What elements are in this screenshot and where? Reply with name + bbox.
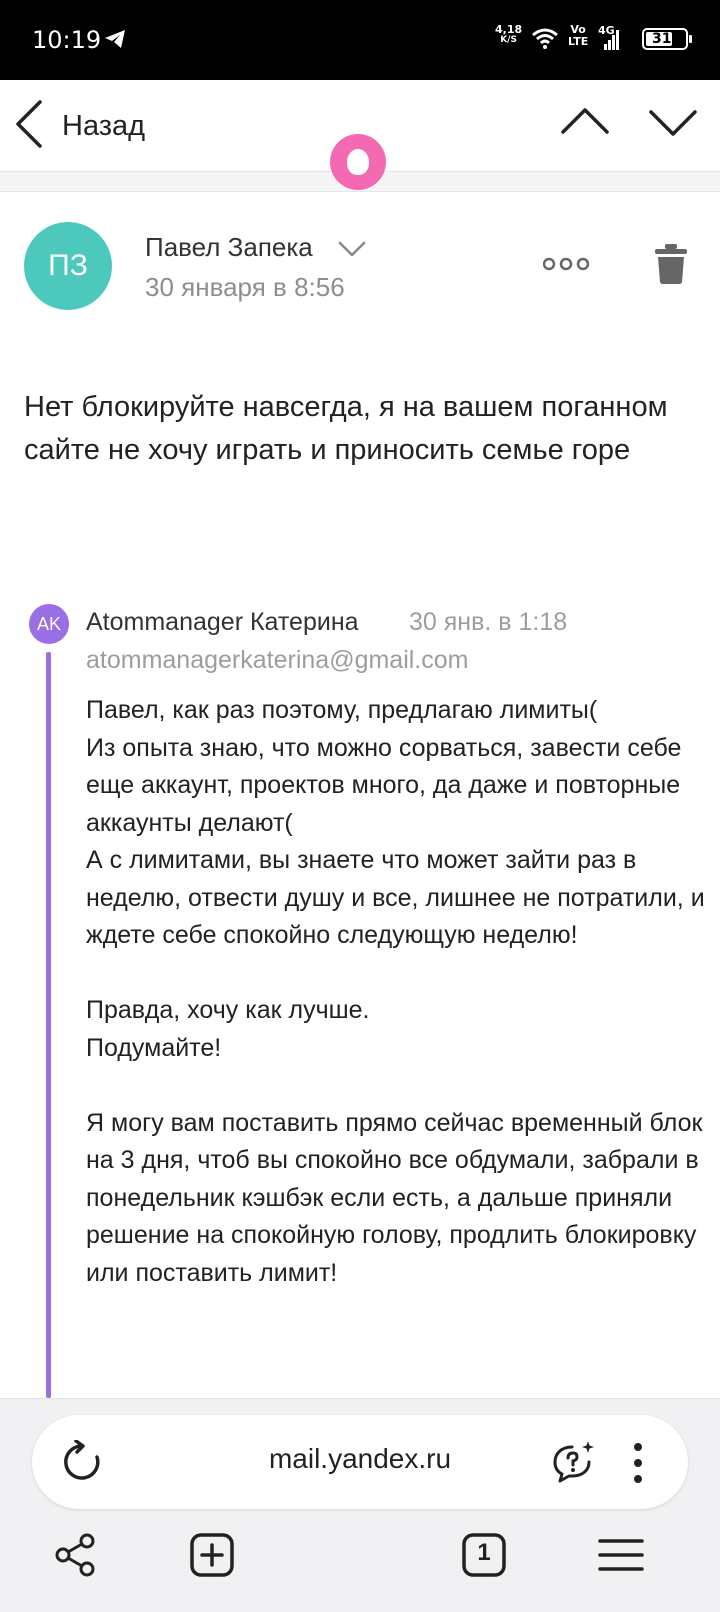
message-date: 30 января в 8:56 [145, 272, 345, 302]
back-button[interactable]: Назад [14, 98, 145, 154]
network-speed: 4,18 K/S [495, 24, 522, 46]
browser-bottom-bar: mail.yandex.ru 1 [0, 1398, 720, 1612]
chevron-down-icon[interactable] [338, 240, 366, 263]
quoted-paragraph: Правда, хочу как лучше. Подумайте! [86, 996, 370, 1062]
more-options-icon[interactable] [542, 256, 590, 277]
status-bar: 10:19 4,18 K/S Vo LTE 4G 31 [0, 0, 720, 80]
volte-bottom: LTE [568, 35, 589, 48]
signal-icon [604, 30, 620, 55]
quoted-date: 30 янв. в 1:18 [409, 608, 568, 636]
quoted-sender-avatar: AK [29, 604, 69, 644]
browser-toolbar: 1 [0, 1511, 720, 1612]
kebab-menu-icon[interactable] [632, 1441, 644, 1490]
share-icon[interactable] [54, 1533, 98, 1582]
previous-message-button[interactable] [560, 102, 610, 147]
battery-icon: 31 [642, 28, 692, 50]
next-message-button[interactable] [648, 102, 698, 147]
quoted-sender-name: Atommanager Катерина [86, 608, 359, 636]
telegram-icon [104, 29, 126, 54]
speed-value: 4,18 [495, 23, 523, 36]
sender-avatar[interactable]: ПЗ [24, 222, 112, 310]
tabs-button[interactable]: 1 [462, 1533, 506, 1582]
new-tab-icon[interactable] [190, 1533, 234, 1582]
alice-icon [347, 149, 369, 175]
battery-level: 31 [652, 31, 672, 47]
quoted-paragraph: Я могу вам поставить прямо сейчас времен… [86, 1108, 703, 1287]
quoted-email[interactable]: atommanagerkaterina@gmail.com [86, 646, 468, 675]
message-body: Нет блокируйте навсегда, я на вашем пога… [24, 391, 668, 466]
assistant-chat-icon[interactable] [552, 1439, 596, 1488]
speed-unit: K/S [500, 35, 517, 45]
trash-icon[interactable] [655, 244, 687, 289]
wifi-icon [531, 27, 559, 54]
quote-bar [46, 652, 51, 1398]
tab-count: 1 [477, 1539, 491, 1566]
sender-name[interactable]: Павел Запека [145, 232, 313, 263]
volte-indicator: Vo LTE [568, 24, 588, 48]
quoted-body: Павел, как раз поэтому, предлагаю лимиты… [86, 692, 706, 1330]
chevron-left-icon [14, 99, 44, 154]
quoted-paragraph: Павел, как раз поэтому, предлагаю лимиты… [86, 696, 705, 949]
status-time: 10:19 [32, 26, 102, 54]
hamburger-menu-icon[interactable] [598, 1533, 644, 1582]
alice-assistant-button[interactable] [330, 134, 386, 190]
address-bar[interactable]: mail.yandex.ru [32, 1415, 688, 1509]
back-label: Назад [62, 109, 146, 142]
